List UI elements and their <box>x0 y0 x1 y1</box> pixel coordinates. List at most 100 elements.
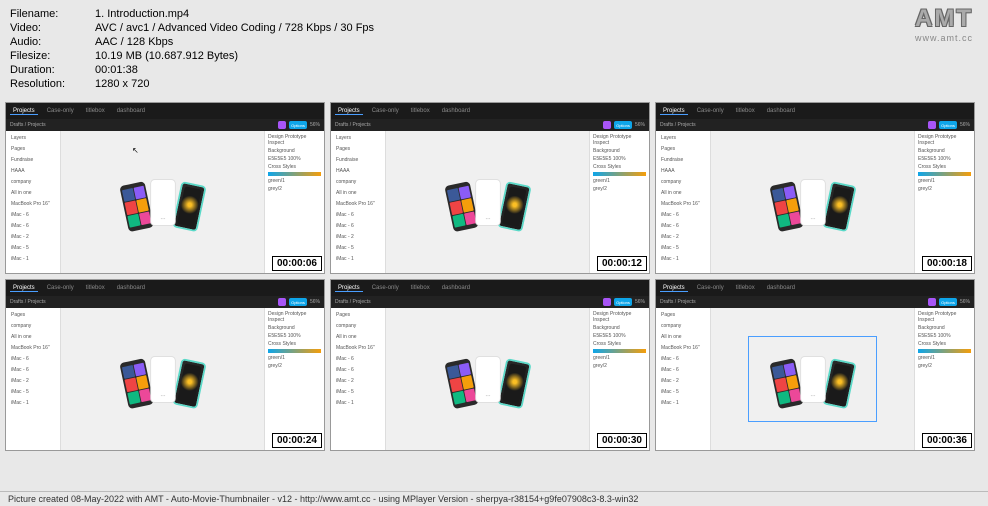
timestamp: 00:00:36 <box>922 433 972 448</box>
zoom-level: 56% <box>635 299 645 305</box>
sr-cs-label: Cross Styles <box>593 164 646 170</box>
sidebar-item: iMac - 6 <box>659 355 707 363</box>
sr-item: grey/2 <box>268 186 321 192</box>
sidebar-item: iMac - 5 <box>659 388 707 396</box>
app-window: ProjectsCase-onlytitleboxdashboard Draft… <box>331 280 649 450</box>
app-window: ProjectsCase-onlytitleboxdashboard Draft… <box>331 103 649 273</box>
sidebar-item: Pages <box>659 311 707 319</box>
sidebar-item: HAAA <box>659 167 707 175</box>
canvas <box>711 308 914 450</box>
left-sidebar: Layers PagesFundraiseHAAAcompanyAll in o… <box>331 131 386 273</box>
sidebar-tab: Layers <box>9 134 57 142</box>
timestamp: 00:00:18 <box>922 256 972 271</box>
timestamp: 00:00:12 <box>597 256 647 271</box>
info-row-duration: Duration: 00:01:38 <box>10 64 978 76</box>
options-button: Options <box>939 121 957 129</box>
sr-tab: Design Prototype Inspect <box>918 134 971 146</box>
app-tab: Case-only <box>44 108 77 114</box>
info-row-filename: Filename: 1. Introduction.mp4 <box>10 8 978 20</box>
phone-mockups <box>773 356 853 403</box>
canvas <box>386 131 589 273</box>
color-swatch <box>268 172 321 176</box>
left-sidebar: Pages company All in oneMacBook Pro 16"i… <box>656 308 711 450</box>
phone-dark <box>444 181 479 232</box>
timestamp: 00:00:06 <box>272 256 322 271</box>
app-tab: titlebox <box>408 285 433 291</box>
sidebar-item: iMac - 6 <box>334 211 382 219</box>
value: 1280 x 720 <box>95 78 149 90</box>
sidebar-item: iMac - 2 <box>659 377 707 385</box>
phone-green <box>821 181 856 232</box>
thumbnail: ProjectsCase-onlytitleboxdashboard Draft… <box>330 102 650 274</box>
sidebar-item: Pages <box>659 145 707 153</box>
sidebar-item: Fundraise <box>659 156 707 164</box>
thumbnail: ProjectsCase-onlytitleboxdashboard Draft… <box>5 102 325 274</box>
sidebar-item: All in one <box>334 333 382 341</box>
sr-bg-label: Background <box>593 325 646 331</box>
thumbnail: ProjectsCase-onlytitleboxdashboard Draft… <box>655 279 975 451</box>
sr-bg-label: Background <box>918 325 971 331</box>
value: 00:01:38 <box>95 64 138 76</box>
zoom-level: 56% <box>310 122 320 128</box>
left-sidebar: Layers PagesFundraiseHAAAcompanyAll in o… <box>6 131 61 273</box>
breadcrumb: Drafts / Projects <box>10 299 46 305</box>
sidebar-item: Pages <box>334 311 382 319</box>
canvas <box>386 308 589 450</box>
app-tab: dashboard <box>114 285 148 291</box>
app-tabs: ProjectsCase-onlytitleboxdashboard <box>331 280 649 296</box>
phone-dark <box>119 181 154 232</box>
app-tab: Projects <box>660 285 688 292</box>
zoom-level: 56% <box>960 122 970 128</box>
thumbnail: ProjectsCase-onlytitleboxdashboard Draft… <box>330 279 650 451</box>
app-body: Layers PagesFundraiseHAAAcompanyAll in o… <box>656 131 974 273</box>
sr-item: grey/2 <box>268 363 321 369</box>
app-tab: Case-only <box>369 108 402 114</box>
sidebar-item: Fundraise <box>9 156 57 164</box>
app-tab: titlebox <box>83 108 108 114</box>
sr-cs-label: Cross Styles <box>918 164 971 170</box>
app-body: Layers PagesFundraiseHAAAcompanyAll in o… <box>331 131 649 273</box>
sidebar-item: iMac - 1 <box>659 255 707 263</box>
right-sidebar: Design Prototype Inspect Background E5E5… <box>264 308 324 450</box>
app-window: ProjectsCase-onlytitleboxdashboard Draft… <box>6 280 324 450</box>
sidebar-item: iMac - 6 <box>659 366 707 374</box>
label: Resolution: <box>10 78 95 90</box>
sr-cs-label: Cross Styles <box>593 341 646 347</box>
sidebar-item: iMac - 6 <box>9 211 57 219</box>
phone-green <box>171 358 206 409</box>
amt-logo: AMT www.amt.cc <box>915 5 973 43</box>
app-tabs: ProjectsCase-onlytitleboxdashboard <box>656 280 974 296</box>
info-row-video: Video: AVC / avc1 / Advanced Video Codin… <box>10 22 978 34</box>
footer-text: Picture created 08-May-2022 with AMT - A… <box>0 491 988 506</box>
media-info-panel: Filename: 1. Introduction.mp4 Video: AVC… <box>0 0 988 100</box>
app-tab: Case-only <box>44 285 77 291</box>
options-button: Options <box>614 121 632 129</box>
sidebar-item: iMac - 2 <box>334 377 382 385</box>
right-sidebar: Design Prototype Inspect Background E5E5… <box>589 308 649 450</box>
sidebar-item: MacBook Pro 16" <box>9 344 57 352</box>
label: Filename: <box>10 8 95 20</box>
sidebar-item: iMac - 6 <box>9 366 57 374</box>
breadcrumb: Drafts / Projects <box>660 122 696 128</box>
sidebar-item: iMac - 5 <box>334 388 382 396</box>
sr-item: green/1 <box>918 178 971 184</box>
breadcrumb: Drafts / Projects <box>10 122 46 128</box>
app-toolbar: Drafts / Projects Options 56% <box>331 119 649 131</box>
sidebar-item: MacBook Pro 16" <box>334 344 382 352</box>
sidebar-item: Fundraise <box>334 156 382 164</box>
app-body: Pages company All in oneMacBook Pro 16"i… <box>331 308 649 450</box>
zoom-level: 56% <box>310 299 320 305</box>
sidebar-item: HAAA <box>334 167 382 175</box>
sidebar-item: Pages <box>334 145 382 153</box>
timestamp: 00:00:30 <box>597 433 647 448</box>
info-row-filesize: Filesize: 10.19 MB (10.687.912 Bytes) <box>10 50 978 62</box>
app-tabs: ProjectsCase-onlytitleboxdashboard <box>6 103 324 119</box>
app-tab: Case-only <box>369 285 402 291</box>
options-button: Options <box>939 298 957 306</box>
sidebar-item: iMac - 5 <box>659 244 707 252</box>
app-tabs: ProjectsCase-onlytitleboxdashboard <box>6 280 324 296</box>
sidebar-tab: Layers <box>659 134 707 142</box>
sr-bg-label: Background <box>918 148 971 154</box>
thumbnail-grid: ProjectsCase-onlytitleboxdashboard Draft… <box>0 100 988 453</box>
sidebar-item: iMac - 1 <box>9 255 57 263</box>
